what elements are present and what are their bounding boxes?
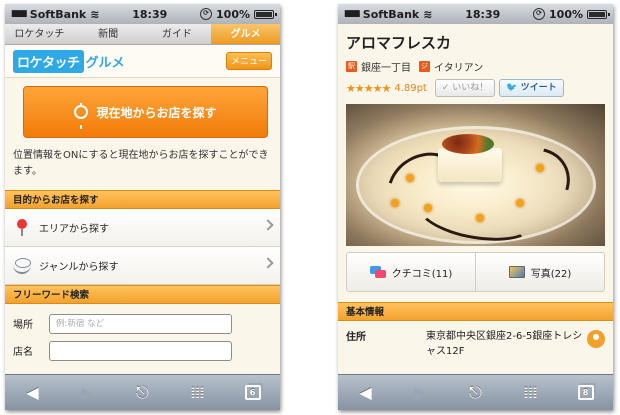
food-photo[interactable]: [346, 104, 605, 246]
pin-icon: [13, 218, 31, 237]
sauce-dot: [406, 174, 414, 182]
map-pin-icon[interactable]: [587, 330, 605, 348]
tabs-button[interactable]: 6: [238, 381, 268, 405]
phone-screen-right: ▮▮▮▮▮ SoftBank ≋ 18:39 ⟳ 100% アロマフレスカ 駅 …: [338, 4, 613, 410]
location-description: 位置情報をONにすると現在地からお店を探すことができます。: [13, 150, 269, 177]
signal-icon: ▮▮▮▮▮: [344, 9, 361, 19]
list-item-label: ジャンルから探す: [39, 262, 119, 273]
locate-shops-label: 現在地からお店を探す: [96, 105, 217, 120]
share-icon[interactable]: ⎋: [461, 381, 491, 405]
shop-label: 店名: [13, 347, 33, 358]
like-button[interactable]: ✓ いいね！: [434, 79, 496, 97]
comment-icon: [369, 266, 386, 278]
forward-icon[interactable]: ▶: [406, 381, 436, 405]
section-purpose: 目的からお店を探す: [5, 190, 280, 209]
sauce-dot: [424, 204, 432, 212]
sauce-dot: [536, 164, 544, 172]
brand-bar: ロケタッチ グルメ メニュー: [5, 45, 280, 78]
battery-percent: 100%: [549, 7, 583, 21]
rating-row: ★★★★★ 4.89pt ✓ いいね！ 🐦 ツイート: [338, 74, 613, 98]
tweet-button[interactable]: 🐦 ツイート: [499, 79, 564, 97]
reviews-button[interactable]: クチコミ(11): [347, 253, 475, 291]
like-label: いいね！: [452, 83, 489, 93]
carrier-label: SoftBank: [29, 7, 87, 21]
browser-toolbar: ◀ ▶ ⎋ 𝍖 6: [5, 374, 280, 410]
photos-button[interactable]: 写真(22): [475, 253, 604, 291]
section-basic-info: 基本情報: [338, 302, 613, 321]
wifi-icon: ≋: [423, 7, 433, 21]
target-icon: [74, 103, 89, 129]
logo-main: ロケタッチ: [13, 49, 84, 73]
restaurant-meta: 駅 銀座一丁目 ジ イタリアン: [338, 54, 613, 74]
topping: [442, 134, 494, 154]
tabs-icon: 6: [244, 385, 261, 400]
dish-icon: [13, 257, 31, 274]
place-label: 場所: [13, 320, 33, 331]
area-icon: 駅: [346, 61, 357, 72]
clock: 18:39: [465, 7, 501, 21]
section-freeword: フリーワード検索: [5, 285, 280, 304]
genre-icon: ジ: [419, 61, 430, 72]
place-row: 場所: [5, 310, 280, 337]
share-icon[interactable]: ⎋: [128, 381, 158, 405]
locate-shops-button[interactable]: 現在地からお店を探す: [23, 86, 268, 138]
sauce-dot: [476, 214, 484, 222]
place-input[interactable]: [49, 313, 232, 334]
carrier-label: SoftBank: [362, 7, 420, 21]
forward-icon[interactable]: ▶: [73, 381, 103, 405]
signal-icon: ▮▮▮▮▮: [11, 9, 28, 19]
tweet-label: ツイート: [520, 83, 557, 93]
sauce-dot: [391, 199, 399, 207]
shop-row: 店名: [5, 337, 280, 364]
status-bar: ▮▮▮▮▮ SoftBank ≋ 18:39 ⟳ 100%: [5, 4, 280, 24]
list-item-area[interactable]: エリアから探す: [5, 209, 280, 247]
tab-news[interactable]: 新聞: [74, 24, 143, 44]
lock-icon: ⟳: [200, 8, 213, 20]
battery-percent: 100%: [216, 7, 250, 21]
tabs-icon: 8: [577, 385, 594, 400]
rating-points: 4.89pt: [394, 82, 427, 94]
tab-locatouch[interactable]: ロケタッチ: [5, 24, 74, 44]
browser-toolbar: ◀ ▶ ⎋ 𝍖 8: [338, 374, 613, 410]
shop-input[interactable]: [49, 340, 232, 361]
chevron-right-icon: [262, 219, 274, 231]
logo[interactable]: ロケタッチ グルメ: [13, 49, 125, 73]
list-item-genre[interactable]: ジャンルから探す: [5, 247, 280, 285]
clock: 18:39: [132, 7, 168, 21]
list-item-label: エリアから探す: [39, 224, 109, 235]
twitter-icon: 🐦: [506, 83, 518, 93]
tabs-button[interactable]: 8: [571, 381, 601, 405]
tab-gourmet[interactable]: グルメ: [211, 24, 280, 44]
photos-label: 写真(22): [530, 268, 572, 280]
address-row: 住所 東京都中央区銀座2-6-5銀座トレシャス12F: [338, 321, 613, 359]
wifi-icon: ≋: [90, 7, 100, 21]
lock-icon: ⟳: [533, 8, 546, 20]
status-bar: ▮▮▮▮▮ SoftBank ≋ 18:39 ⟳ 100%: [338, 4, 613, 24]
genre-link[interactable]: イタリアン: [434, 59, 483, 74]
photo-icon: [508, 266, 525, 278]
restaurant-name: アロマフレスカ: [346, 34, 452, 52]
menu-button[interactable]: メニュー: [226, 52, 272, 70]
address-value: 東京都中央区銀座2-6-5銀座トレシャス12F: [426, 331, 583, 357]
back-icon[interactable]: ◀: [351, 381, 381, 405]
battery-icon: [587, 9, 610, 19]
chevron-right-icon: [262, 257, 274, 269]
area-link[interactable]: 銀座一丁目: [361, 59, 411, 74]
logo-sub: グルメ: [85, 55, 125, 71]
back-icon[interactable]: ◀: [18, 381, 48, 405]
star-icon: ★★★★★: [346, 81, 391, 95]
address-label: 住所: [346, 332, 366, 343]
phone-screen-left: ▮▮▮▮▮ SoftBank ≋ 18:39 ⟳ 100% ロケタッチ 新聞 ガ…: [5, 4, 280, 410]
top-nav: ロケタッチ 新聞 ガイド グルメ: [5, 24, 280, 45]
action-row: クチコミ(11) 写真(22): [346, 252, 605, 292]
battery-icon: [254, 9, 277, 19]
bookmarks-icon[interactable]: 𝍖: [516, 381, 546, 405]
reviews-label: クチコミ(11): [391, 268, 453, 280]
bookmarks-icon[interactable]: 𝍖: [183, 381, 213, 405]
sauce-dot: [516, 199, 524, 207]
tab-guide[interactable]: ガイド: [143, 24, 212, 44]
